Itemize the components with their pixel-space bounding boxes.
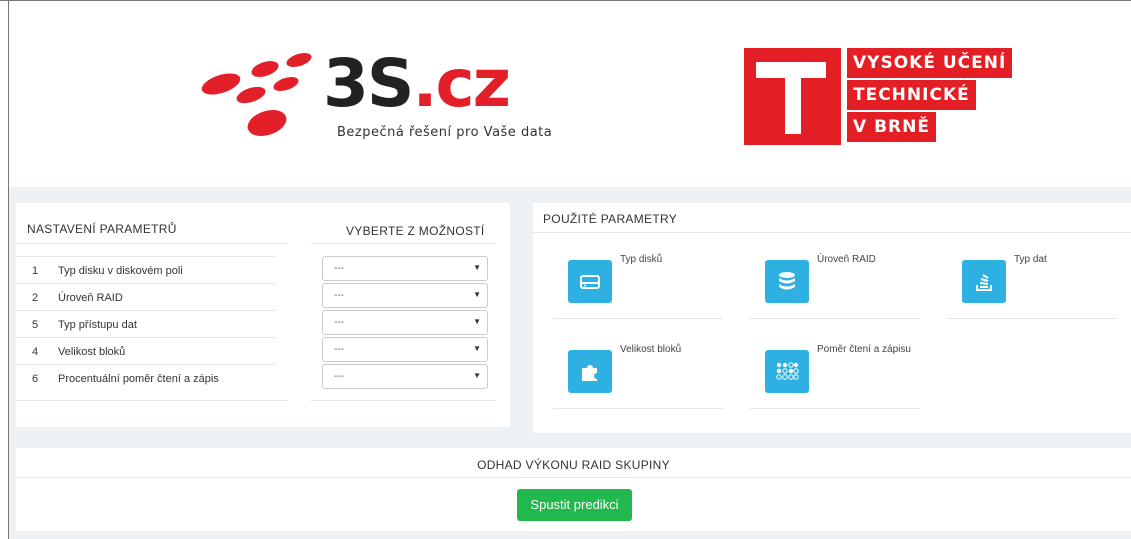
param-row-number: 6 xyxy=(32,373,39,385)
vut-line-1: VYSOKÉ UČENÍ xyxy=(847,48,1013,78)
run-prediction-button[interactable]: Spustit predikci xyxy=(517,489,632,521)
chevron-down-icon: ▼ xyxy=(473,371,481,380)
vut-line-2: TECHNICKÉ xyxy=(847,80,976,110)
select-value: --- xyxy=(334,263,344,274)
param-row: 2 Úroveň RAID xyxy=(16,283,276,311)
tile-divider xyxy=(947,318,1117,319)
logo-3s: 3S.cz Bezpečná řešení pro Vaše data xyxy=(199,45,579,151)
used-param-label: Typ disků xyxy=(620,254,663,265)
select-value: --- xyxy=(334,290,344,301)
data-access-select[interactable]: --- ▼ xyxy=(322,310,488,335)
used-param-tile: Velikost bloků xyxy=(553,344,723,409)
param-row: 6 Procentuální poměr čtení a zápis xyxy=(16,364,276,401)
params-title-divider xyxy=(16,243,288,244)
param-row: 1 Typ disku v diskovém poli xyxy=(16,256,276,284)
tile-divider xyxy=(750,408,920,409)
used-param-tile: Úroveň RAID xyxy=(750,254,920,319)
logo-3s-wordmark: 3S.cz xyxy=(323,45,511,122)
used-params-title: POUŽITÉ PARAMETRY xyxy=(543,212,678,226)
used-param-label: Úroveň RAID xyxy=(817,254,876,265)
used-params-divider xyxy=(533,232,1131,233)
used-param-label: Typ dat xyxy=(1014,254,1047,265)
vut-t-icon xyxy=(744,48,841,145)
block-size-select[interactable]: --- ▼ xyxy=(322,337,488,362)
choices-bottom-divider xyxy=(311,400,496,401)
param-row-number: 2 xyxy=(32,292,39,304)
used-param-tile: Poměr čtení a zápisu xyxy=(750,344,920,409)
hard-drive-icon xyxy=(568,260,612,303)
param-row-label: Úroveň RAID xyxy=(58,292,123,304)
param-row-label: Velikost bloků xyxy=(58,346,126,358)
header: 3S.cz Bezpečná řešení pro Vaše data VYSO… xyxy=(9,1,1131,187)
param-row: 5 Typ přístupu dat xyxy=(16,310,276,338)
params-bottom-divider xyxy=(16,400,288,401)
vut-line-3: V BRNĚ xyxy=(847,112,936,142)
choices-title: VYBERTE Z MOŽNOSTÍ xyxy=(346,224,485,238)
param-row: 4 Velikost bloků xyxy=(16,337,276,365)
param-row-label: Typ disku v diskovém poli xyxy=(58,265,183,277)
read-write-ratio-select[interactable]: --- ▼ xyxy=(322,364,488,389)
chevron-down-icon: ▼ xyxy=(473,317,481,326)
used-param-tile: Typ dat xyxy=(947,254,1117,319)
param-row-number: 5 xyxy=(32,319,39,331)
param-row-label: Procentuální poměr čtení a zápis xyxy=(58,373,219,385)
chevron-down-icon: ▼ xyxy=(473,263,481,272)
estimate-divider xyxy=(16,477,1131,478)
used-param-label: Velikost bloků xyxy=(620,344,682,355)
param-row-number: 4 xyxy=(32,346,39,358)
choices-title-divider xyxy=(311,243,496,244)
chevron-down-icon: ▼ xyxy=(473,290,481,299)
logo-3s-tagline: Bezpečná řešení pro Vaše data xyxy=(337,125,553,140)
database-icon xyxy=(765,260,809,303)
param-row-label: Typ přístupu dat xyxy=(58,319,137,331)
tile-divider xyxy=(553,318,723,319)
chevron-down-icon: ▼ xyxy=(473,344,481,353)
tile-divider xyxy=(553,408,723,409)
logo-3s-dots xyxy=(201,53,312,136)
select-value: --- xyxy=(334,371,344,382)
dots-grid-icon xyxy=(765,350,809,393)
select-value: --- xyxy=(334,344,344,355)
raid-level-select[interactable]: --- ▼ xyxy=(322,283,488,308)
param-row-number: 1 xyxy=(32,265,39,277)
logo-vut: VYSOKÉ UČENÍ TECHNICKÉ V BRNĚ xyxy=(744,48,1024,148)
puzzle-icon xyxy=(568,350,612,393)
params-title: NASTAVENÍ PARAMETRŮ xyxy=(27,222,177,236)
disk-type-select[interactable]: --- ▼ xyxy=(322,256,488,281)
used-param-tile: Typ disků xyxy=(553,254,723,319)
select-value: --- xyxy=(334,317,344,328)
stack-icon xyxy=(962,260,1006,303)
tile-divider xyxy=(750,318,920,319)
estimate-title: ODHAD VÝKONU RAID SKUPINY xyxy=(477,458,670,472)
used-param-label: Poměr čtení a zápisu xyxy=(817,344,911,355)
